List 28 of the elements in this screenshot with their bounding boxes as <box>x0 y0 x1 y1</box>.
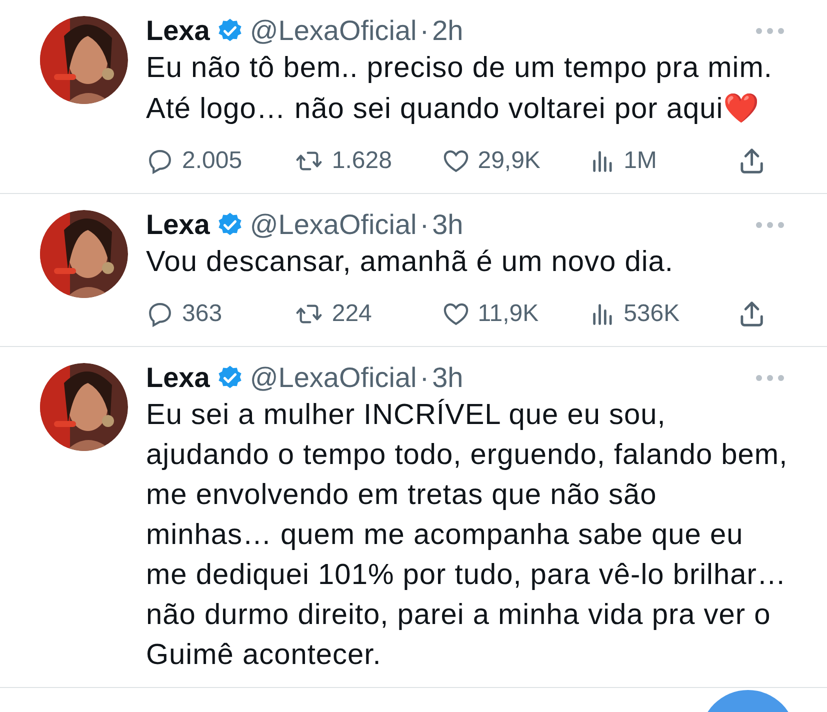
tweet-time[interactable]: 3h <box>432 362 464 394</box>
separator-dot: · <box>420 15 430 47</box>
more-icon[interactable] <box>755 220 785 230</box>
reply-icon <box>146 300 174 328</box>
reply-button[interactable]: 363 <box>146 300 294 328</box>
author-name[interactable]: Lexa <box>146 209 210 241</box>
views-button[interactable]: 536K <box>590 300 738 328</box>
author-handle[interactable]: @LexaOficial <box>250 209 417 241</box>
tweet-text: Eu sei a mulher INCRÍVEL que eu sou, ajudando o tempo todo, erguendo, falando bem, me envolvendo em tretas que não são minhas… quem me acompanha sabe que eu me dediquei 101% por tudo, para vê-lo brilhar… não durmo direito, parei a minha vida pra ver o Guimê acontecer. <box>146 398 789 673</box>
author-name[interactable]: Lexa <box>146 362 210 394</box>
separator-dot: · <box>420 209 430 241</box>
like-button[interactable]: 11,9K <box>442 300 590 328</box>
separator-dot: · <box>420 362 430 394</box>
more-icon[interactable] <box>755 373 785 383</box>
author-name[interactable]: Lexa <box>146 15 210 47</box>
reply-icon <box>146 147 174 175</box>
views-button[interactable]: 1M <box>590 147 738 175</box>
author-handle[interactable]: @LexaOficial <box>250 15 417 47</box>
tweet-time[interactable]: 3h <box>432 209 464 241</box>
like-button[interactable]: 29,9K <box>442 147 590 175</box>
tweet-text: Vou descansar, amanhã é um novo dia. <box>146 245 674 280</box>
author-handle[interactable]: @LexaOficial <box>250 362 417 394</box>
tweet-time[interactable]: 2h <box>432 15 464 47</box>
tweet-text: Eu não tô bem.. preciso de um tempo pra mim. Até logo… não sei quando voltarei por aqui❤ <box>146 51 774 127</box>
retweet-button[interactable]: 224 <box>294 300 442 328</box>
more-icon[interactable] <box>755 26 785 36</box>
reply-button[interactable]: 2.005 <box>146 147 294 175</box>
retweet-button[interactable]: 1.628 <box>294 147 442 175</box>
